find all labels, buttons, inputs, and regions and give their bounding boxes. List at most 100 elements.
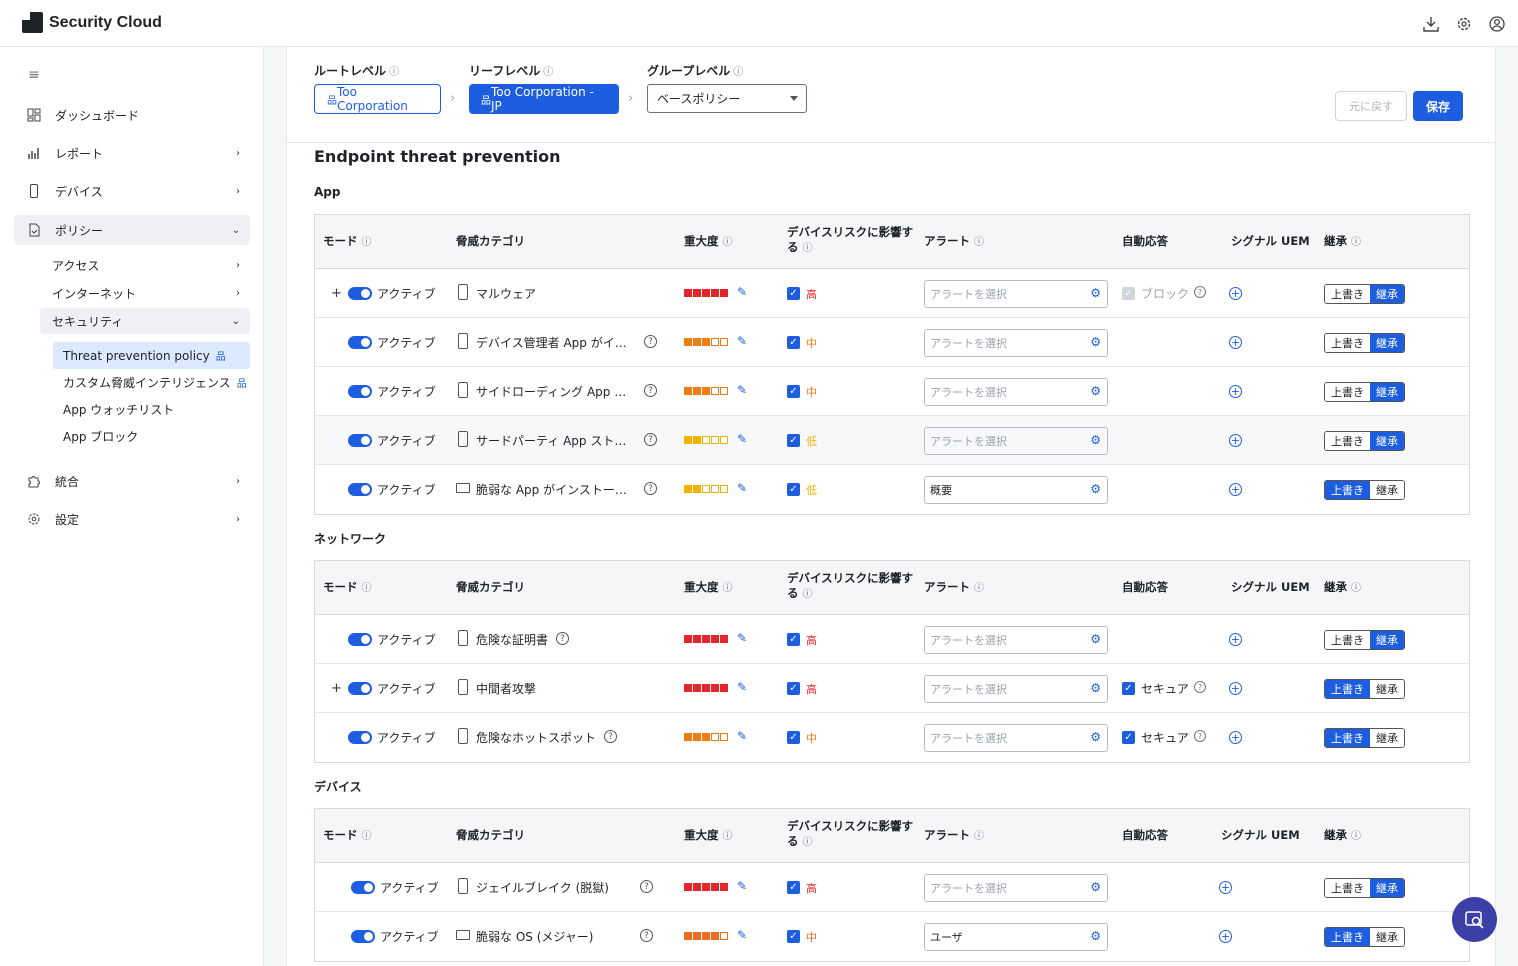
edit-icon[interactable]: ✎ — [737, 383, 747, 397]
expand-icon[interactable]: + — [331, 286, 342, 301]
risk-checkbox[interactable]: ✓ — [787, 434, 800, 447]
alert-select[interactable]: アラートを選択 ⚙ — [924, 378, 1108, 406]
risk-checkbox[interactable]: ✓ — [787, 682, 800, 695]
active-toggle[interactable] — [351, 930, 375, 943]
risk-checkbox[interactable]: ✓ — [787, 731, 800, 744]
help-icon[interactable]: ? — [1194, 286, 1206, 298]
sidebar-item-dashboard[interactable]: ダッシュボード — [14, 100, 250, 130]
inherit-option[interactable]: 継承 — [1370, 680, 1404, 698]
sidebar-item-security[interactable]: セキュリティ ⌄ — [40, 308, 250, 334]
add-uem-icon[interactable]: + — [1229, 483, 1242, 496]
add-uem-icon[interactable]: + — [1219, 881, 1232, 894]
active-toggle[interactable] — [348, 434, 372, 447]
gear-icon[interactable]: ⚙ — [1090, 433, 1101, 447]
active-toggle[interactable] — [351, 881, 375, 894]
gear-icon[interactable] — [1454, 14, 1473, 33]
inherit-toggle[interactable]: 上書き 継承 — [1324, 927, 1405, 947]
override-option[interactable]: 上書き — [1325, 432, 1370, 450]
inherit-toggle[interactable]: 上書き 継承 — [1324, 382, 1405, 402]
edit-icon[interactable]: ✎ — [737, 879, 747, 893]
help-icon[interactable]: ? — [556, 632, 569, 645]
help-icon[interactable]: ? — [644, 335, 657, 348]
override-option[interactable]: 上書き — [1325, 481, 1370, 499]
edit-icon[interactable]: ✎ — [737, 285, 747, 299]
active-toggle[interactable] — [348, 336, 372, 349]
inherit-toggle[interactable]: 上書き 継承 — [1324, 480, 1405, 500]
active-toggle[interactable] — [348, 483, 372, 496]
help-icon[interactable]: ? — [604, 730, 617, 743]
group-level-select[interactable]: ベースポリシー — [647, 84, 807, 113]
sidebar-item-app-block[interactable]: App ブロック — [53, 423, 250, 450]
active-toggle[interactable] — [348, 682, 372, 695]
override-option[interactable]: 上書き — [1325, 334, 1370, 352]
gear-icon[interactable]: ⚙ — [1090, 482, 1101, 496]
risk-checkbox[interactable]: ✓ — [787, 287, 800, 300]
help-icon[interactable]: ? — [644, 482, 657, 495]
chat-button[interactable] — [1452, 897, 1497, 942]
inherit-option[interactable]: 継承 — [1370, 432, 1404, 450]
edit-icon[interactable]: ✎ — [737, 631, 747, 645]
active-toggle[interactable] — [348, 633, 372, 646]
add-uem-icon[interactable]: + — [1229, 385, 1242, 398]
override-option[interactable]: 上書き — [1325, 680, 1370, 698]
sidebar-item-devices[interactable]: デバイス › — [14, 176, 250, 206]
help-icon[interactable]: ? — [640, 929, 653, 942]
sidebar-item-settings[interactable]: 設定 › — [14, 504, 250, 534]
override-option[interactable]: 上書き — [1325, 285, 1370, 303]
add-uem-icon[interactable]: + — [1229, 682, 1242, 695]
user-icon[interactable] — [1487, 14, 1506, 33]
alert-select[interactable]: アラートを選択 ⚙ — [924, 874, 1108, 902]
edit-icon[interactable]: ✎ — [737, 432, 747, 446]
alert-select[interactable]: 概要 ⚙ — [924, 476, 1108, 504]
override-option[interactable]: 上書き — [1325, 928, 1370, 946]
revert-button[interactable]: 元に戻す — [1335, 91, 1407, 121]
inherit-option[interactable]: 継承 — [1370, 879, 1404, 897]
alert-select[interactable]: アラートを選択 ⚙ — [924, 280, 1108, 308]
gear-icon[interactable]: ⚙ — [1090, 335, 1101, 349]
leaf-level-button[interactable]: 品 Too Corporation - JP — [469, 84, 619, 114]
alert-select[interactable]: アラートを選択 ⚙ — [924, 626, 1108, 654]
gear-icon[interactable]: ⚙ — [1090, 286, 1101, 300]
save-button[interactable]: 保存 — [1413, 91, 1463, 121]
edit-icon[interactable]: ✎ — [737, 928, 747, 942]
sidebar-item-reports[interactable]: レポート › — [14, 138, 250, 168]
override-option[interactable]: 上書き — [1325, 631, 1370, 649]
add-uem-icon[interactable]: + — [1229, 336, 1242, 349]
sidebar-item-internet[interactable]: インターネット › — [40, 280, 250, 306]
menu-icon[interactable]: ≡ — [28, 67, 40, 83]
auto-response-checkbox[interactable]: ✓ — [1122, 287, 1135, 300]
risk-checkbox[interactable]: ✓ — [787, 385, 800, 398]
gear-icon[interactable]: ⚙ — [1090, 384, 1101, 398]
inherit-toggle[interactable]: 上書き 継承 — [1324, 333, 1405, 353]
override-option[interactable]: 上書き — [1325, 383, 1370, 401]
inherit-option[interactable]: 継承 — [1370, 729, 1404, 747]
gear-icon[interactable]: ⚙ — [1090, 929, 1101, 943]
inherit-option[interactable]: 継承 — [1370, 334, 1404, 352]
risk-checkbox[interactable]: ✓ — [787, 930, 800, 943]
edit-icon[interactable]: ✎ — [737, 334, 747, 348]
add-uem-icon[interactable]: + — [1219, 930, 1232, 943]
alert-select[interactable]: アラートを選択 ⚙ — [924, 329, 1108, 357]
sidebar-item-policy[interactable]: ポリシー ⌄ — [14, 215, 250, 245]
override-option[interactable]: 上書き — [1325, 879, 1370, 897]
sidebar-item-access[interactable]: アクセス › — [40, 252, 250, 278]
expand-icon[interactable]: + — [331, 681, 342, 696]
alert-select[interactable]: アラートを選択 ⚙ — [924, 427, 1108, 455]
help-icon[interactable]: ? — [640, 880, 653, 893]
root-level-button[interactable]: 品 Too Corporation — [314, 84, 441, 114]
alert-select[interactable]: アラートを選択 ⚙ — [924, 724, 1108, 752]
inherit-option[interactable]: 継承 — [1370, 285, 1404, 303]
inherit-toggle[interactable]: 上書き 継承 — [1324, 431, 1405, 451]
auto-response-checkbox[interactable]: ✓ — [1122, 731, 1135, 744]
inherit-option[interactable]: 継承 — [1370, 481, 1404, 499]
inherit-option[interactable]: 継承 — [1370, 383, 1404, 401]
alert-select[interactable]: アラートを選択 ⚙ — [924, 675, 1108, 703]
add-uem-icon[interactable]: + — [1229, 731, 1242, 744]
help-icon[interactable]: ? — [1194, 681, 1206, 693]
active-toggle[interactable] — [348, 731, 372, 744]
gear-icon[interactable]: ⚙ — [1090, 880, 1101, 894]
auto-response-checkbox[interactable]: ✓ — [1122, 682, 1135, 695]
edit-icon[interactable]: ✎ — [737, 680, 747, 694]
add-uem-icon[interactable]: + — [1229, 287, 1242, 300]
risk-checkbox[interactable]: ✓ — [787, 633, 800, 646]
